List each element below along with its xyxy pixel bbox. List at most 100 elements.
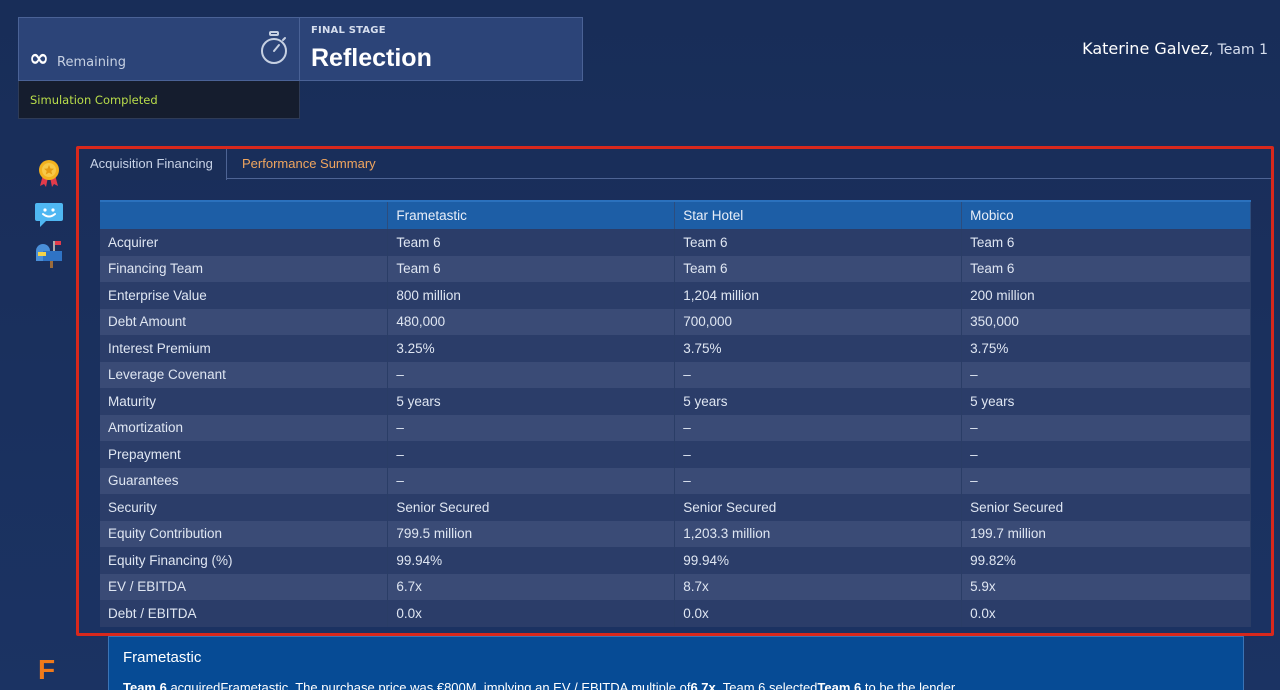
table-row: Interest Premium 3.25% 3.75% 3.75% [100, 335, 1251, 362]
summary-panel: Frametastic Team 6 acquiredFrametastic. … [108, 636, 1244, 690]
table-row: Security Senior Secured Senior Secured Seni… [100, 494, 1251, 521]
row-label: Debt / EBITDA [100, 600, 389, 627]
table-cell: 800 million [387, 282, 676, 309]
table-cell: 350,000 [961, 308, 1251, 335]
table-header-cell: Mobico [961, 200, 1251, 229]
table-cell: 799.5 million [387, 520, 676, 547]
summary-text-part: acquiredFrametastic. The purchase price … [166, 680, 691, 690]
user-name: Katerine Galvez [1082, 39, 1209, 58]
row-label: Security [100, 494, 389, 521]
table-cell: 99.82% [961, 547, 1251, 574]
table-row: Acquirer Team 6 Team 6 Team 6 [100, 229, 1251, 256]
timer-panel: ∞ Remaining [18, 17, 300, 81]
row-label: Interest Premium [100, 335, 389, 362]
table-header-cell [100, 200, 389, 229]
table-row: Financing Team Team 6 Team 6 Team 6 [100, 255, 1251, 282]
row-label: EV / EBITDA [100, 573, 389, 600]
table-header-row: Frametastic Star Hotel Mobico [100, 200, 1251, 229]
row-label: Leverage Covenant [100, 361, 389, 388]
table-cell: 8.7x [674, 573, 963, 600]
stage-panel: FINAL STAGE Reflection [300, 17, 583, 81]
table-cell: Senior Secured [961, 494, 1251, 521]
user-team: , Team 1 [1208, 42, 1268, 58]
table-cell: – [387, 467, 676, 494]
stage-title: Reflection [311, 44, 432, 72]
table-row: Debt / EBITDA 0.0x 0.0x 0.0x [100, 600, 1251, 627]
table-cell: Team 6 [387, 229, 676, 256]
summary-text-part: . Team 6 selected [715, 680, 818, 690]
summary-team: Team 6 [123, 680, 167, 690]
table-cell: – [961, 441, 1251, 468]
table-row: Equity Contribution 799.5 million 1,203.3 … [100, 520, 1251, 547]
table-cell: 5 years [961, 388, 1251, 415]
table-cell: – [674, 467, 963, 494]
table-cell: 5 years [674, 388, 963, 415]
table-cell: – [387, 361, 676, 388]
row-label: Debt Amount [100, 308, 389, 335]
table-cell: Team 6 [961, 229, 1251, 256]
table-cell: – [387, 441, 676, 468]
row-label: Prepayment [100, 441, 389, 468]
table-cell: – [961, 467, 1251, 494]
tab-bar: Acquisition Financing Performance Summar… [79, 149, 1271, 180]
table-header-cell: Star Hotel [674, 200, 963, 229]
table-header-cell: Frametastic [387, 200, 676, 229]
table-cell: 5 years [387, 388, 676, 415]
table-row: Debt Amount 480,000 700,000 350,000 [100, 308, 1251, 335]
row-label: Amortization [100, 414, 389, 441]
user-info: Katerine Galvez, Team 1 [1082, 39, 1268, 58]
table-cell: 3.75% [674, 335, 963, 362]
simulation-status: Simulation Completed [30, 93, 158, 107]
table-cell: 200 million [961, 282, 1251, 309]
table-row: Prepayment – – – [100, 441, 1251, 468]
table-cell: 99.94% [674, 547, 963, 574]
tab-acquisition-financing[interactable]: Acquisition Financing [79, 149, 227, 180]
table-cell: 3.75% [961, 335, 1251, 362]
table-cell: Team 6 [961, 255, 1251, 282]
status-panel: Simulation Completed [18, 81, 300, 119]
table-cell: Team 6 [674, 255, 963, 282]
summary-lender: Team 6 [817, 680, 862, 690]
table-cell: 1,203.3 million [674, 520, 963, 547]
acquisition-financing-table: Frametastic Star Hotel Mobico Acquirer Te… [100, 200, 1251, 627]
table-row: Equity Financing (%) 99.94% 99.94% 99.82% [100, 547, 1251, 574]
table-cell: Team 6 [674, 229, 963, 256]
mailbox-icon[interactable] [34, 239, 64, 269]
table-row: Leverage Covenant – – – [100, 361, 1251, 388]
table-cell: – [961, 414, 1251, 441]
table-cell: 1,204 million [674, 282, 963, 309]
table-cell: 700,000 [674, 308, 963, 335]
row-label: Guarantees [100, 467, 389, 494]
row-label: Acquirer [100, 229, 389, 256]
row-label: Equity Financing (%) [100, 547, 389, 574]
table-cell: – [674, 361, 963, 388]
table-cell: 5.9x [961, 573, 1251, 600]
table-cell: 3.25% [387, 335, 676, 362]
row-label: Equity Contribution [100, 520, 389, 547]
row-label: Financing Team [100, 255, 389, 282]
table-cell: 6.7x [387, 573, 676, 600]
table-row: Enterprise Value 800 million 1,204 million… [100, 282, 1251, 309]
table-row: EV / EBITDA 6.7x 8.7x 5.9x [100, 573, 1251, 600]
row-label: Enterprise Value [100, 282, 389, 309]
table-cell: 99.94% [387, 547, 676, 574]
stopwatch-icon [261, 31, 287, 64]
tab-performance-summary[interactable]: Performance Summary [231, 149, 387, 179]
remaining-label: Remaining [57, 55, 127, 70]
table-cell: Senior Secured [674, 494, 963, 521]
chat-icon[interactable] [34, 199, 64, 229]
award-icon[interactable] [34, 158, 64, 188]
table-cell: – [674, 414, 963, 441]
row-label: Maturity [100, 388, 389, 415]
table-cell: – [387, 414, 676, 441]
table-row: Guarantees – – – [100, 467, 1251, 494]
summary-title: Frametastic [123, 649, 202, 666]
summary-multiple: 6.7x [690, 680, 716, 690]
table-cell: – [674, 441, 963, 468]
table-cell: – [961, 361, 1251, 388]
stage-label: FINAL STAGE [311, 25, 386, 36]
table-cell: Team 6 [387, 255, 676, 282]
infinity-icon: ∞ [29, 44, 49, 72]
summary-text: Team 6 acquiredFrametastic. The purchase… [123, 680, 958, 690]
table-cell: 0.0x [961, 600, 1251, 627]
